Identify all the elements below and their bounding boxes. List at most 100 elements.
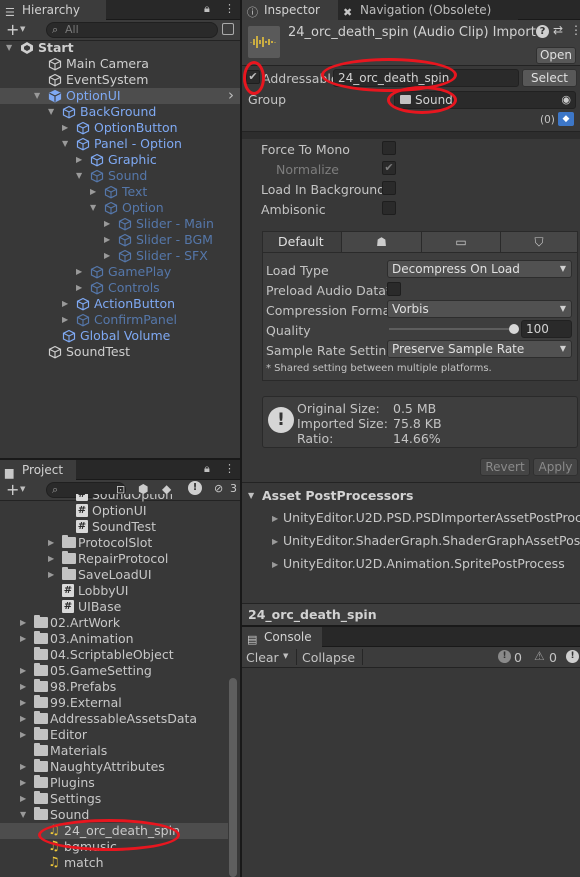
hierarchy-row[interactable]: Global Volume — [0, 328, 240, 344]
tab-navigation[interactable]: ✖ Navigation (Obsolete) — [338, 0, 518, 20]
expand-arrow-icon[interactable]: ▼ — [90, 200, 96, 216]
tab-project[interactable]: ▆ Project — [0, 460, 76, 480]
scrollbar[interactable] — [229, 678, 237, 877]
collapse-arrow-icon[interactable]: ▶ — [76, 152, 82, 168]
postprocessor-item[interactable]: ▶ UnityEditor.U2D.Animation.SpritePostPro… — [242, 556, 580, 574]
collapse-arrow-icon[interactable]: ▶ — [76, 264, 82, 280]
hierarchy-row[interactable]: ▼ Panel - Option — [0, 136, 240, 152]
collapse-arrow-icon[interactable]: ▶ — [20, 727, 26, 743]
project-row[interactable]: Materials — [0, 743, 228, 759]
ambisonic-checkbox[interactable] — [382, 201, 396, 215]
hierarchy-row[interactable]: ▶ Slider - SFX — [0, 248, 240, 264]
collapse-arrow-icon[interactable]: ▶ — [62, 296, 68, 312]
error-filter-icon[interactable]: ! — [188, 481, 202, 495]
quality-slider[interactable] — [389, 320, 519, 338]
hierarchy-row[interactable]: SoundTest — [0, 344, 240, 360]
project-row[interactable]: 04.ScriptableObject — [0, 647, 228, 663]
hierarchy-row[interactable]: Main Camera — [0, 56, 240, 72]
add-button[interactable]: + — [6, 20, 19, 40]
project-row[interactable]: ▶ NaughtyAttributes — [0, 759, 228, 775]
hierarchy-row[interactable]: EventSystem — [0, 72, 240, 88]
compression-format-dropdown[interactable]: Vorbis ▼ — [387, 300, 572, 318]
hierarchy-row[interactable]: ▶ Graphic — [0, 152, 240, 168]
more-menu-icon[interactable]: ⋮ — [224, 2, 235, 15]
tab-webgl-platform[interactable]: ⛉ — [500, 232, 577, 252]
project-row[interactable]: ▶ RepairProtocol — [0, 551, 228, 567]
revert-button[interactable]: Revert — [480, 458, 530, 476]
project-row[interactable]: ▶ 03.Animation — [0, 631, 228, 647]
lock-icon[interactable]: 🔒︎ — [204, 462, 210, 476]
hierarchy-row[interactable]: ▶ OptionButton — [0, 120, 240, 136]
postprocessor-item[interactable]: ▶ UnityEditor.U2D.PSD.PSDImporterAssetPos… — [242, 510, 580, 528]
hierarchy-row[interactable]: ▼ BackGround — [0, 104, 240, 120]
expand-arrow-icon[interactable]: ▼ — [48, 104, 54, 120]
project-row[interactable]: # SoundOption — [0, 494, 228, 503]
collapse-arrow-icon[interactable]: ▶ — [76, 280, 82, 296]
collapse-arrow-icon[interactable]: ▶ — [272, 534, 278, 550]
label-tag-icon[interactable]: ◆ — [558, 112, 574, 126]
hierarchy-row[interactable]: ▶ ConfirmPanel — [0, 312, 240, 328]
tab-default-platform[interactable]: Default — [263, 232, 341, 252]
collapse-arrow-icon[interactable]: ▶ — [20, 711, 26, 727]
tab-android-platform[interactable]: ☗ — [341, 232, 421, 252]
tab-standalone-platform[interactable]: ▭ — [421, 232, 500, 252]
collapse-arrow-icon[interactable]: ▶ — [104, 232, 110, 248]
project-row[interactable]: ▶ Settings — [0, 791, 228, 807]
quality-value-field[interactable]: 100 — [521, 320, 572, 338]
collapse-arrow-icon[interactable]: ▶ — [20, 791, 26, 807]
hierarchy-row[interactable]: ▶ Slider - Main — [0, 216, 240, 232]
collapse-arrow-icon[interactable]: ▶ — [90, 184, 96, 200]
hierarchy-row[interactable]: ▶ ActionButton — [0, 296, 240, 312]
project-row[interactable]: ▶ Editor — [0, 727, 228, 743]
hierarchy-row[interactable]: ▶ Controls — [0, 280, 240, 296]
select-button[interactable]: Select — [522, 69, 577, 87]
collapse-button[interactable]: Collapse — [302, 650, 355, 665]
project-row[interactable]: ▶ Plugins — [0, 775, 228, 791]
collapse-arrow-icon[interactable]: ▶ — [48, 535, 54, 551]
collapse-arrow-icon[interactable]: ▶ — [104, 216, 110, 232]
more-menu-icon[interactable]: ⋮ — [570, 23, 580, 37]
project-row[interactable]: ▶ ProtocolSlot — [0, 535, 228, 551]
clear-button[interactable]: Clear — [246, 650, 279, 665]
hierarchy-row[interactable]: ▶ Text — [0, 184, 240, 200]
load-type-dropdown[interactable]: Decompress On Load ▼ — [387, 260, 572, 278]
tab-inspector[interactable]: ⓘ Inspector — [242, 0, 338, 20]
expand-arrow-icon[interactable]: ▼ — [6, 40, 12, 56]
project-row[interactable]: ♫ match — [0, 855, 228, 871]
apply-button[interactable]: Apply — [533, 458, 578, 476]
project-row[interactable]: ▶ 99.External — [0, 695, 228, 711]
chevron-down-icon[interactable]: ▼ — [248, 491, 254, 500]
collapse-arrow-icon[interactable]: ▶ — [62, 120, 68, 136]
postprocessor-item[interactable]: ▶ UnityEditor.ShaderGraph.ShaderGraphAsse… — [242, 533, 580, 551]
search-filter-icon[interactable] — [222, 23, 234, 35]
tab-hierarchy[interactable]: ☰ Hierarchy — [0, 0, 106, 20]
hierarchy-search-input[interactable]: ⌕ All — [46, 22, 218, 38]
open-button[interactable]: Open — [536, 47, 576, 64]
info-log-icon[interactable]: ! — [566, 650, 579, 663]
warning-icon[interactable]: ⚠ — [534, 649, 545, 663]
collapse-arrow-icon[interactable]: ▶ — [20, 695, 26, 711]
object-picker-icon[interactable]: ◉ — [561, 92, 571, 108]
sample-rate-dropdown[interactable]: Preserve Sample Rate ▼ — [387, 340, 572, 358]
project-row[interactable]: # SoundTest — [0, 519, 228, 535]
collapse-arrow-icon[interactable]: ▶ — [272, 511, 278, 527]
collapse-arrow-icon[interactable]: ▶ — [48, 551, 54, 567]
project-row[interactable]: ▶ 02.ArtWork — [0, 615, 228, 631]
tab-console[interactable]: ▤ Console — [242, 627, 322, 647]
expand-arrow-icon[interactable]: ▼ — [62, 136, 68, 152]
expand-arrow-icon[interactable]: ▼ — [34, 88, 40, 104]
load-in-background-checkbox[interactable] — [382, 181, 396, 195]
collapse-arrow-icon[interactable]: ▶ — [20, 775, 26, 791]
collapse-arrow-icon[interactable]: ▶ — [62, 312, 68, 328]
project-row[interactable]: # UIBase — [0, 599, 228, 615]
presets-icon[interactable]: ⇄ — [553, 23, 563, 37]
expand-arrow-icon[interactable]: ▼ — [20, 807, 26, 823]
collapse-arrow-icon[interactable]: ▶ — [20, 631, 26, 647]
hierarchy-row[interactable]: ▶ GamePlay — [0, 264, 240, 280]
collapse-arrow-icon[interactable]: ▶ — [20, 679, 26, 695]
error-icon[interactable]: ! — [498, 650, 511, 663]
project-row[interactable]: # LobbyUI — [0, 583, 228, 599]
slider-thumb[interactable] — [509, 324, 519, 334]
clear-options-dropdown[interactable]: ▼ — [283, 652, 288, 660]
more-menu-icon[interactable]: ⋮ — [224, 462, 235, 475]
